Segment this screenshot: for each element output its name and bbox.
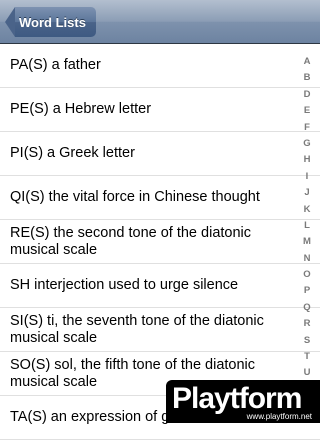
index-letter[interactable]: F xyxy=(304,120,310,136)
index-letter[interactable]: A xyxy=(304,54,311,70)
index-letter[interactable]: K xyxy=(304,202,311,218)
index-letter[interactable]: S xyxy=(304,333,310,349)
index-letter[interactable]: N xyxy=(304,251,311,267)
index-letter[interactable]: T xyxy=(304,349,310,365)
watermark-logo: Playtform xyxy=(172,382,302,415)
watermark: Playtform www.playtform.net xyxy=(166,380,320,423)
list-item[interactable]: SH interjection used to urge silence xyxy=(0,264,320,308)
list-item[interactable]: PA(S) a father xyxy=(0,44,320,88)
index-letter[interactable]: D xyxy=(304,87,311,103)
list-item[interactable]: SI(S) ti, the seventh tone of the diaton… xyxy=(0,308,320,352)
navigation-bar: Word Lists xyxy=(0,0,320,44)
back-button-label: Word Lists xyxy=(15,7,96,37)
index-letter[interactable]: I xyxy=(306,169,309,185)
index-letter[interactable]: H xyxy=(304,152,311,168)
index-letter[interactable]: L xyxy=(304,218,310,234)
list-item[interactable]: PI(S) a Greek letter xyxy=(0,132,320,176)
watermark-url: www.playtform.net xyxy=(246,412,312,421)
list-item[interactable]: QI(S) the vital force in Chinese thought xyxy=(0,176,320,220)
index-letter[interactable]: M xyxy=(303,234,311,250)
back-arrow-icon xyxy=(5,7,15,37)
index-letter[interactable]: O xyxy=(303,267,310,283)
list-item[interactable]: PE(S) a Hebrew letter xyxy=(0,88,320,132)
index-letter[interactable]: J xyxy=(304,185,309,201)
section-index-bar[interactable]: A B D E F G H I J K L M N O P Q R S T U xyxy=(294,54,320,382)
index-letter[interactable]: G xyxy=(303,136,310,152)
back-button[interactable]: Word Lists xyxy=(5,7,96,37)
list-item[interactable]: RE(S) the second tone of the diatonic mu… xyxy=(0,220,320,264)
index-letter[interactable]: B xyxy=(304,70,311,86)
index-letter[interactable]: R xyxy=(304,316,311,332)
index-letter[interactable]: P xyxy=(304,283,310,299)
index-letter[interactable]: Q xyxy=(303,300,310,316)
index-letter[interactable]: E xyxy=(304,103,310,119)
